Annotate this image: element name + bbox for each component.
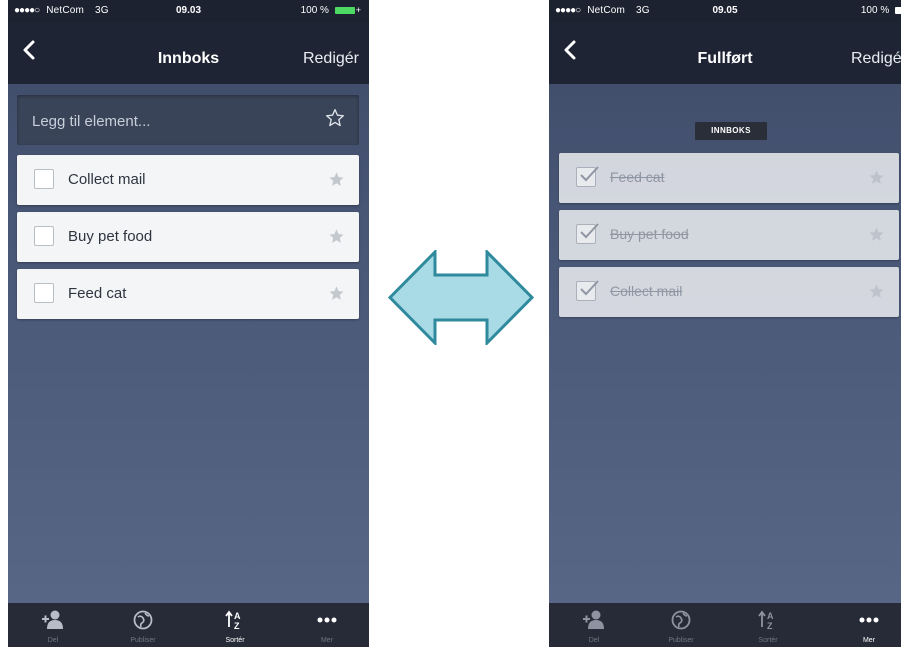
task-label: Buy pet food (610, 226, 689, 242)
svg-text:Z: Z (234, 621, 240, 631)
tab-label: Sortér (225, 637, 245, 644)
section-header: INNBOKS (695, 122, 767, 140)
task-label: Buy pet food (68, 228, 153, 245)
svg-text:Z: Z (767, 621, 773, 631)
checkmark-icon (580, 166, 599, 182)
task-checkbox[interactable] (34, 283, 54, 303)
globe-icon (133, 610, 153, 630)
star-outline-icon[interactable] (325, 108, 345, 128)
star-icon[interactable] (328, 228, 345, 245)
edit-button[interactable]: Redigér (851, 50, 901, 68)
edit-button[interactable]: Redigér (303, 50, 359, 68)
charging-icon: + (355, 5, 361, 15)
double-arrow-icon (388, 250, 534, 345)
task-checkbox-checked[interactable] (576, 280, 599, 301)
task-row[interactable]: Buy pet food (17, 212, 359, 262)
completed-task-row[interactable]: Collect mail (559, 267, 899, 317)
battery-status: 100 % (861, 5, 901, 16)
tab-share[interactable]: Del (559, 603, 629, 647)
battery-percent: 100 % (300, 5, 329, 16)
star-icon[interactable] (868, 226, 885, 243)
add-item-field[interactable] (17, 95, 359, 147)
page-title: Fullført (697, 50, 753, 67)
checkmark-icon (580, 223, 599, 239)
tab-label: Del (47, 637, 59, 644)
star-icon[interactable] (328, 285, 345, 302)
battery-percent: 100 % (860, 5, 890, 16)
globe-icon (671, 610, 691, 630)
star-icon[interactable] (868, 169, 885, 186)
task-checkbox[interactable] (34, 169, 54, 189)
task-checkbox-checked[interactable] (576, 223, 599, 244)
task-label: Feed cat (610, 169, 665, 185)
tab-label: Publiser (130, 637, 156, 644)
tab-publish[interactable]: Publiser (108, 603, 178, 647)
add-user-icon (583, 610, 604, 629)
tab-label: Mer (320, 637, 334, 644)
sort-icon: A Z (225, 610, 241, 631)
status-bar: ●●●●○ NetCom 3G 09.03 100 % + (8, 0, 369, 22)
task-label: Collect mail (610, 283, 683, 299)
task-checkbox[interactable] (34, 226, 54, 246)
nav-bar: Innboks Redigér (8, 22, 369, 84)
tab-more[interactable]: Mer (292, 603, 362, 647)
nav-bar: Fullført Redigér (549, 22, 901, 84)
tab-label: Del (588, 637, 600, 644)
task-row[interactable]: Feed cat (17, 269, 359, 319)
task-checkbox-checked[interactable] (576, 166, 599, 187)
tab-label: Publiser (668, 637, 694, 644)
bottom-tab-bar: Del Publiser A Z Sortér Mer (549, 603, 901, 647)
star-icon[interactable] (328, 171, 345, 188)
checkmark-icon (580, 280, 599, 296)
completed-task-row[interactable]: Feed cat (559, 153, 899, 203)
svg-text:A: A (767, 611, 774, 621)
status-time: 09.05 (712, 5, 738, 16)
bottom-tab-bar: Del Publiser A Z Sortér Mer (8, 603, 369, 647)
sort-icon: A Z (758, 610, 774, 631)
battery-icon (334, 6, 355, 14)
more-icon (317, 617, 337, 623)
tab-more[interactable]: Mer (834, 603, 901, 647)
star-icon[interactable] (868, 283, 885, 300)
add-user-icon (42, 610, 63, 629)
svg-text:A: A (234, 611, 241, 621)
task-row[interactable]: Collect mail (17, 155, 359, 205)
more-icon (859, 617, 879, 623)
inbox-screen: ●●●●○ NetCom 3G 09.03 100 % + Innboks Re… (8, 0, 369, 647)
tab-share[interactable]: Del (18, 603, 88, 647)
tab-sort[interactable]: A Z Sortér (733, 603, 803, 647)
task-label: Collect mail (68, 171, 146, 188)
completed-task-row[interactable]: Buy pet food (559, 210, 899, 260)
tab-label: Sortér (758, 637, 778, 644)
tab-sort[interactable]: A Z Sortér (200, 603, 270, 647)
completed-screen: ●●●●○ NetCom 3G 09.05 100 % Fullført Red… (549, 0, 901, 647)
battery-icon (895, 6, 901, 14)
add-item-input[interactable] (17, 95, 324, 147)
task-label: Feed cat (68, 285, 127, 302)
tab-label: Mer (862, 637, 876, 644)
status-bar: ●●●●○ NetCom 3G 09.05 100 % (549, 0, 901, 22)
tab-publish[interactable]: Publiser (646, 603, 716, 647)
battery-status: 100 % + (301, 5, 361, 16)
